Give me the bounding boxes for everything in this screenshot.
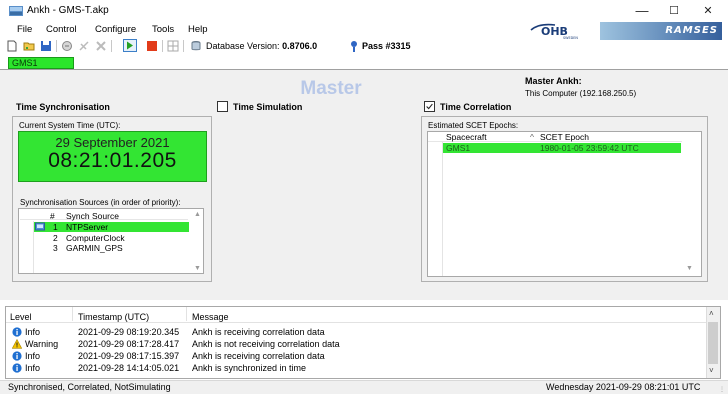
sync-source-name[interactable]: ComputerClock [66,233,125,243]
log-timestamp: 2021-09-29 08:17:15.397 [78,351,180,361]
toolbar-separator [111,40,112,52]
log-message: Ankh is receiving correlation data [192,327,325,337]
info-icon [12,351,22,361]
play-icon[interactable] [123,39,137,52]
log-column-divider [186,307,187,321]
scroll-down-arrow[interactable]: ▼ [686,265,693,272]
master-ankh-label: Master Ankh: [525,76,582,86]
time-simulation-checkbox[interactable] [217,101,228,112]
sync-source-number: 1 [53,222,58,232]
pass-icon [351,41,357,52]
column-header-spacecraft[interactable]: Spacecraft [446,132,487,142]
station-tab-gms1[interactable]: GMS1 [8,57,74,69]
clock-time: 08:21:01.205 [48,149,177,172]
log-scroll-up-icon[interactable]: ˄ [709,309,714,318]
log-timestamp: 2021-09-29 08:17:28.417 [78,339,180,349]
database-icon [191,41,201,51]
ntp-server-icon [35,222,45,231]
scroll-up-arrow[interactable]: ▲ [194,211,201,218]
log-scroll-down-icon[interactable]: ˅ [709,366,714,375]
minimize-button[interactable]: — [628,3,656,19]
log-column-timestamp[interactable]: Timestamp (UTC) [78,312,149,322]
master-title: Master [300,78,362,99]
log-level: Info [25,327,41,337]
column-header-number[interactable]: # [50,211,55,221]
disconnect-icon[interactable] [78,40,90,52]
resize-grip-icon[interactable]: ⋮ [719,386,725,393]
column-header-scet-epoch[interactable]: SCET Epoch [540,132,589,142]
delete-icon[interactable] [95,40,107,52]
grid-icon[interactable] [167,40,179,52]
list-gridline [33,221,34,273]
save-icon[interactable] [40,40,52,52]
sync-source-number: 3 [53,243,58,253]
column-header-synch-source[interactable]: Synch Source [66,211,119,221]
menu-configure[interactable]: Configure [95,24,136,35]
open-folder-icon[interactable] [23,40,35,52]
log-scroll-thumb[interactable] [708,322,718,364]
menu-help[interactable]: Help [188,24,208,35]
time-synchronisation-title: Time Synchronisation [16,102,110,112]
list-gridline [442,142,443,276]
app-icon [9,6,23,16]
log-timestamp: 2021-09-28 14:14:05.021 [78,363,180,373]
log-header-divider [6,322,706,323]
status-state: Synchronised, Correlated, NotSimulating [8,382,171,392]
master-ankh-value: This Computer (192.168.250.5) [525,89,637,98]
window-title: Ankh - GMS-T.akp [27,5,109,16]
title-bar [0,0,728,22]
scroll-down-arrow[interactable]: ▼ [194,265,201,272]
sync-sources-caption: Synchronisation Sources (in order of pri… [20,198,181,207]
info-icon [12,363,22,373]
menu-control[interactable]: Control [46,24,77,35]
log-level: Warning [25,339,59,349]
ramses-logo-text: RAMSES [665,25,718,36]
toolbar-separator [56,40,57,52]
toolbar-separator [162,40,163,52]
time-correlation-label[interactable]: Time Correlation [440,102,511,112]
log-message: Ankh is receiving correlation data [192,351,325,361]
sync-source-name: NTPServer [66,222,109,232]
log-column-divider [72,307,73,321]
clock-date: 29 September 2021 [55,135,170,150]
status-datetime: Wednesday 2021-09-29 08:21:01 UTC [546,382,701,392]
log-level: Info [25,363,41,373]
log-message: Ankh is synchronized in time [192,363,307,373]
warning-icon [12,339,22,349]
log-column-level[interactable]: Level [10,312,32,322]
time-simulation-label[interactable]: Time Simulation [233,102,302,112]
log-level: Info [25,351,41,361]
database-version-value: 0.8706.0 [282,41,318,51]
log-timestamp: 2021-09-29 08:19:20.345 [78,327,180,337]
scet-epoch-value: 1980-01-05 23:59:42 UTC [540,143,639,153]
database-version-label: Database Version: [206,41,280,51]
maximize-button[interactable]: ☐ [660,3,688,19]
sync-source-number: 2 [53,233,58,243]
menu-file[interactable]: File [17,24,32,35]
current-time-caption: Current System Time (UTC): [19,121,121,130]
sort-ascending-icon: ^ [530,132,534,142]
scet-epochs-caption: Estimated SCET Epochs: [428,121,519,130]
connect-icon[interactable] [61,40,73,52]
time-correlation-checkbox[interactable] [424,101,435,112]
pass-number: Pass #3315 [362,41,411,51]
sync-source-name[interactable]: GARMIN_GPS [66,243,123,253]
stop-icon[interactable] [146,40,158,52]
scet-spacecraft: GMS1 [446,143,471,153]
info-icon [12,327,22,337]
menu-tools[interactable]: Tools [152,24,174,35]
close-button[interactable]: ✕ [694,3,722,19]
log-column-message[interactable]: Message [192,312,229,322]
new-file-icon[interactable] [6,40,18,52]
log-message: Ankh is not receiving correlation data [192,339,340,349]
toolbar-separator [183,40,184,52]
